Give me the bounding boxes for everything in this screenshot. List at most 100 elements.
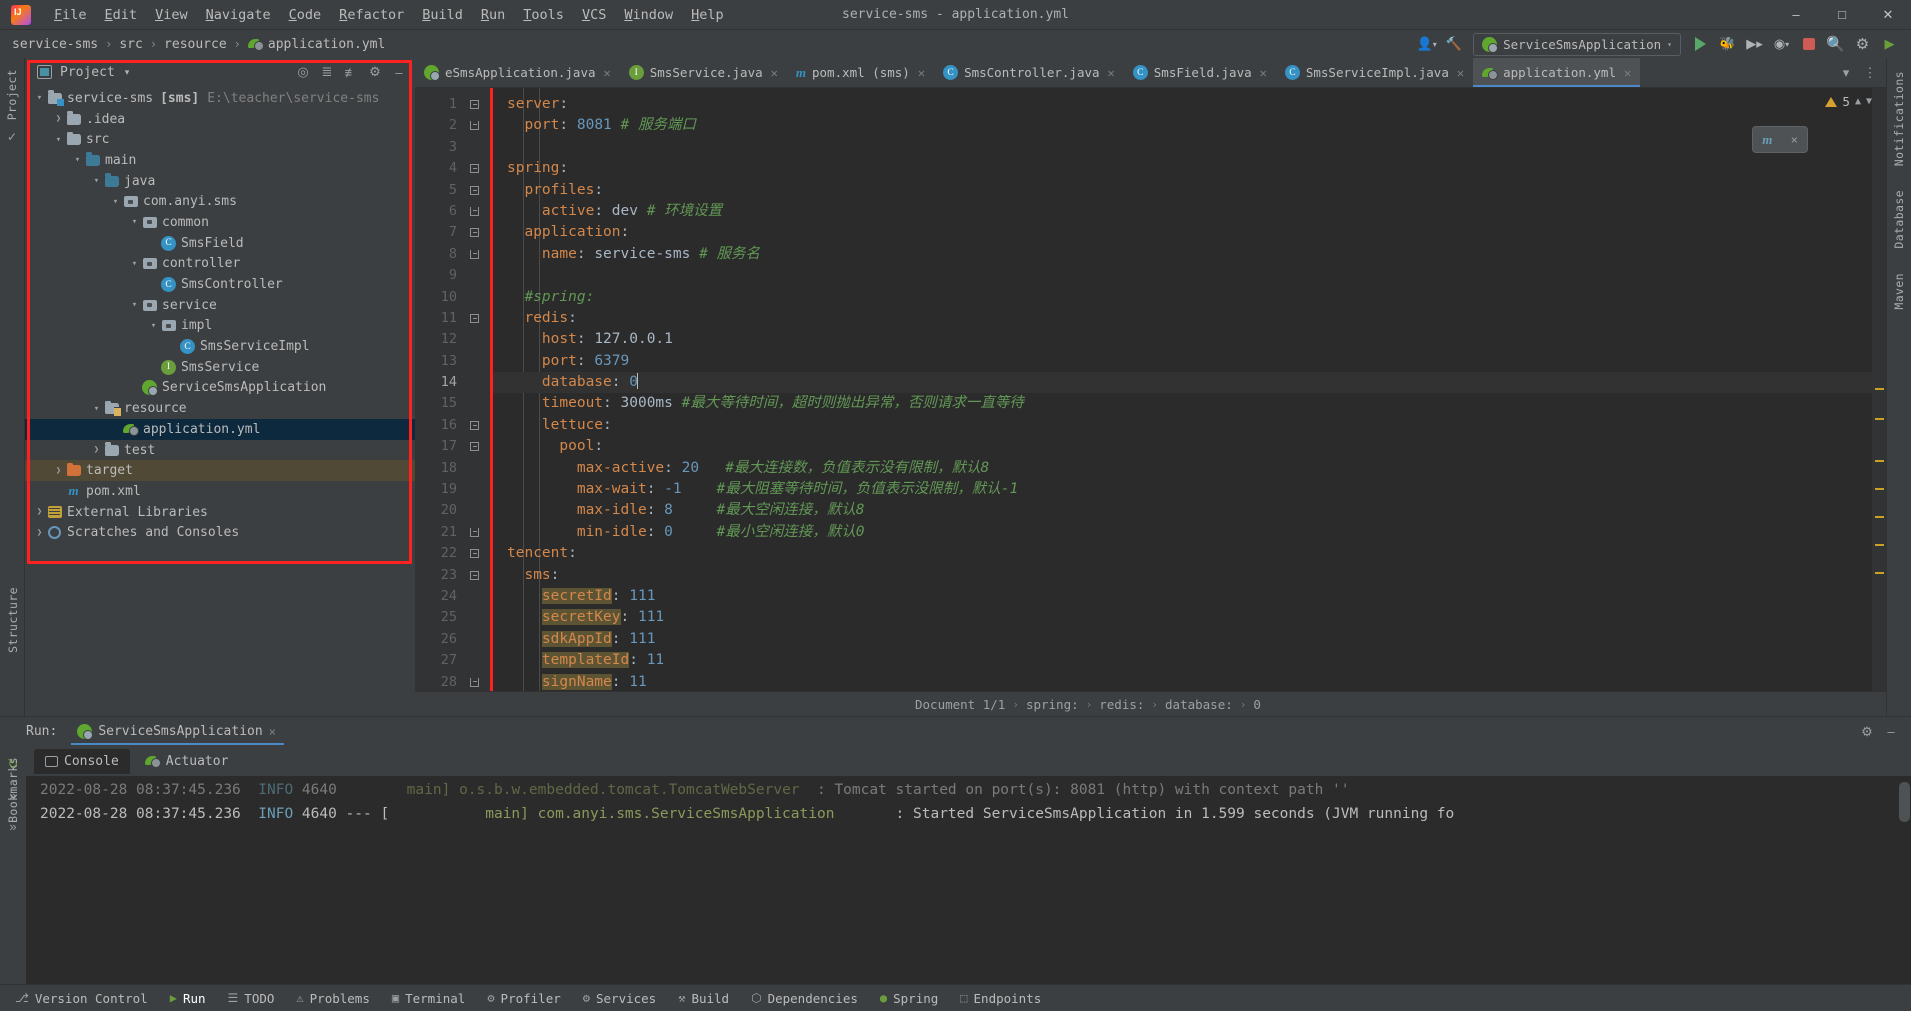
code-line[interactable]: application: xyxy=(493,222,1886,243)
code-line[interactable]: max-idle: 8 #最大空闲连接，默认8 xyxy=(493,500,1886,521)
close-icon[interactable]: × xyxy=(269,725,276,739)
tree-node-impl[interactable]: ▾ impl xyxy=(25,316,415,337)
tree-node-service-sms[interactable]: ▾ service-sms [sms] E:\teacher\service-sms xyxy=(25,88,415,109)
statusbar-item-version-control[interactable]: ⎇ Version Control xyxy=(4,988,159,1009)
hide-panel-icon[interactable]: – xyxy=(387,60,411,84)
fold-end-icon[interactable] xyxy=(469,677,480,688)
tree-node-com-anyi-sms[interactable]: ▾ com.anyi.sms xyxy=(25,191,415,212)
code-line[interactable]: min-idle: 0 #最小空闲连接，默认0 xyxy=(493,522,1886,543)
tree-node-smsserviceimpl[interactable]: C SmsServiceImpl xyxy=(25,336,415,357)
chevron-right-icon[interactable]: ❯ xyxy=(90,445,103,455)
run-config-tab[interactable]: ServiceSmsApplication × xyxy=(71,720,284,745)
tree-node-common[interactable]: ▾ common xyxy=(25,212,415,233)
editor-tab-smsserviceimpl-java[interactable]: C SmsServiceImpl.java ✕ xyxy=(1276,58,1473,87)
tree-node-pom-xml[interactable]: m pom.xml xyxy=(25,481,415,502)
close-icon[interactable]: ✕ xyxy=(918,66,925,80)
code-line[interactable]: templateId: 11 xyxy=(493,650,1886,671)
fold-end-icon[interactable] xyxy=(469,206,480,217)
chevron-down-icon[interactable]: ▾ xyxy=(90,176,103,186)
editor-tab-pom-xml--sms-[interactable]: m pom.xml (sms) ✕ xyxy=(787,58,934,87)
chevron-down-icon[interactable]: ▾ xyxy=(33,93,46,103)
editor-breadcrumb-item[interactable]: Document 1/1 xyxy=(915,697,1005,712)
floating-maven-badge[interactable]: m × xyxy=(1752,126,1808,153)
chevron-down-icon[interactable]: ▾ xyxy=(128,300,141,310)
statusbar-item-services[interactable]: ⚙ Services xyxy=(572,988,667,1009)
chevron-down-icon[interactable]: ▾ xyxy=(52,135,65,145)
code-line[interactable] xyxy=(493,137,1886,158)
editor-tab-smsfield-java[interactable]: C SmsField.java ✕ xyxy=(1124,58,1276,87)
locate-icon[interactable]: ◎ xyxy=(291,60,315,84)
code-line[interactable]: host: 127.0.0.1 xyxy=(493,329,1886,350)
code-line[interactable]: max-wait: -1 #最大阻塞等待时间，负值表示没限制，默认-1 xyxy=(493,479,1886,500)
tree-node-service[interactable]: ▾ service xyxy=(25,295,415,316)
breadcrumb-item-service-sms[interactable]: service-sms xyxy=(12,37,98,52)
fold-collapse-icon[interactable] xyxy=(469,420,480,431)
rail-item-maven[interactable]: Maven xyxy=(1892,268,1906,315)
tree-node-target[interactable]: ❯ target xyxy=(25,460,415,482)
code-line[interactable]: pool: xyxy=(493,436,1886,457)
gear-icon[interactable]: ⚙ xyxy=(1855,720,1879,744)
gear-icon[interactable]: ⚙ xyxy=(363,60,387,84)
tree-node-java[interactable]: ▾ java xyxy=(25,171,415,192)
code-line[interactable]: timeout: 3000ms #最大等待时间，超时则抛出异常，否则请求一直等待 xyxy=(493,393,1886,414)
tree-node-scratches-and-consoles[interactable]: ❯ Scratches and Consoles xyxy=(25,522,415,543)
code-line[interactable]: #spring: xyxy=(493,287,1886,308)
statusbar-item-profiler[interactable]: ⚙ Profiler xyxy=(476,988,571,1009)
statusbar-item-run[interactable]: ▶ Run xyxy=(159,988,217,1009)
editor-tab-smscontroller-java[interactable]: C SmsController.java ✕ xyxy=(934,58,1124,87)
breadcrumb-item-resource[interactable]: resource xyxy=(164,37,227,52)
search-icon[interactable]: 🔍 xyxy=(1822,31,1849,57)
fold-collapse-icon[interactable] xyxy=(469,441,480,452)
fold-end-icon[interactable] xyxy=(469,249,480,260)
tree-node-resource[interactable]: ▾ resource xyxy=(25,398,415,419)
coverage-icon[interactable]: ▶▸ xyxy=(1741,31,1768,57)
statusbar-item-problems[interactable]: ⚠ Problems xyxy=(285,988,380,1009)
code-line[interactable]: spring: xyxy=(493,158,1886,179)
editor-tab-esmsapplication-java[interactable]: eSmsApplication.java ✕ xyxy=(415,58,620,87)
chevron-down-icon[interactable]: ▾ xyxy=(125,67,130,78)
code-line[interactable]: max-active: 20 #最大连接数，负值表示没有限制，默认8 xyxy=(493,458,1886,479)
tree-node-controller[interactable]: ▾ controller xyxy=(25,254,415,275)
run-configuration-selector[interactable]: ServiceSmsApplication ▾ xyxy=(1473,32,1681,56)
tree-node-application-yml[interactable]: application.yml xyxy=(25,419,415,440)
editor-breadcrumb-item[interactable]: database: xyxy=(1165,697,1233,712)
fold-collapse-icon[interactable] xyxy=(469,227,480,238)
fold-collapse-icon[interactable] xyxy=(469,185,480,196)
close-icon[interactable]: × xyxy=(1791,133,1798,147)
commit-icon[interactable]: ✓ xyxy=(7,130,17,144)
editor-breadcrumb-item[interactable]: 0 xyxy=(1253,697,1261,712)
chevron-down-icon[interactable]: ▾ xyxy=(109,197,122,207)
statusbar-item-build[interactable]: ⚒ Build xyxy=(667,988,740,1009)
code-line[interactable]: sms: xyxy=(493,565,1886,586)
menu-help[interactable]: Help xyxy=(682,4,733,26)
menu-edit[interactable]: Edit xyxy=(96,4,147,26)
tree-node-smsservice[interactable]: I SmsService xyxy=(25,357,415,378)
menu-window[interactable]: Window xyxy=(615,4,682,26)
code-line[interactable]: redis: xyxy=(493,308,1886,329)
chevron-right-icon[interactable]: ❯ xyxy=(52,114,65,124)
error-stripe[interactable] xyxy=(1872,88,1886,691)
menu-vcs[interactable]: VCS xyxy=(573,4,615,26)
menu-tools[interactable]: Tools xyxy=(514,4,573,26)
rail-item-database[interactable]: Database xyxy=(1892,185,1906,254)
breadcrumb-item-application-yml[interactable]: application.yml xyxy=(247,37,385,52)
rail-item-bookmarks[interactable]: Bookmarks xyxy=(6,752,20,828)
code-line[interactable]: secretKey: 111 xyxy=(493,607,1886,628)
fold-collapse-icon[interactable] xyxy=(469,163,480,174)
chevron-right-icon[interactable]: ❯ xyxy=(52,466,65,476)
minimize-button[interactable]: – xyxy=(1773,0,1819,29)
code-line[interactable]: lettuce: xyxy=(493,415,1886,436)
chevron-right-icon[interactable]: ❯ xyxy=(33,507,46,517)
rail-item-project[interactable]: Project xyxy=(5,64,19,125)
code-content[interactable]: server: port: 8081 # 服务端口 spring: profile… xyxy=(493,88,1886,691)
code-line[interactable]: active: dev # 环境设置 xyxy=(493,201,1886,222)
inspection-widget[interactable]: 5 ▲ ▼ xyxy=(1825,94,1872,109)
chevron-down-icon[interactable]: ▾ xyxy=(147,321,160,331)
menu-view[interactable]: View xyxy=(146,4,197,26)
code-line[interactable]: profiles: xyxy=(493,180,1886,201)
tree-node-main[interactable]: ▾ main xyxy=(25,150,415,171)
editor-breadcrumb-item[interactable]: spring: xyxy=(1026,697,1079,712)
tree-node-test[interactable]: ❯ test xyxy=(25,440,415,461)
chevron-down-icon[interactable]: ▾ xyxy=(128,217,141,227)
console-tab-actuator[interactable]: Actuator xyxy=(134,749,240,774)
